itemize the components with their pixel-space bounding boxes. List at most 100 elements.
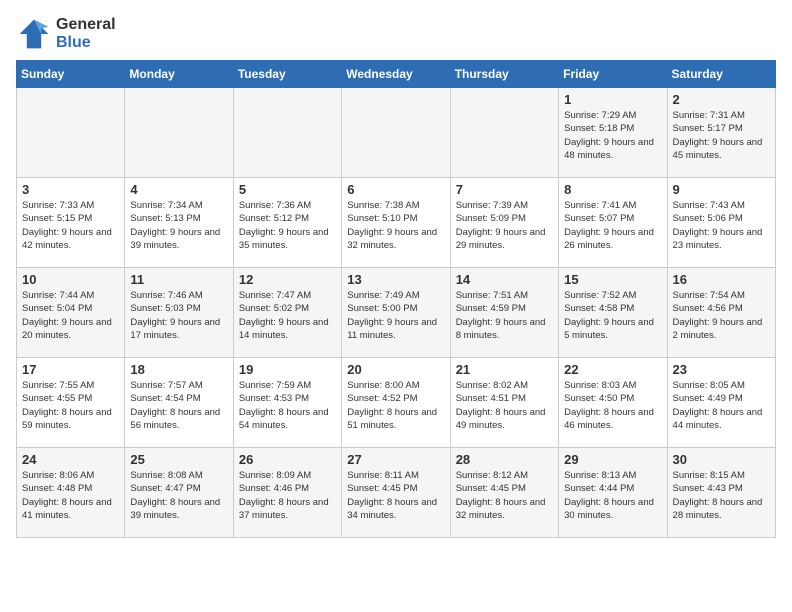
day-number: 8 — [564, 182, 661, 197]
page-header: General Blue — [16, 16, 776, 52]
calendar-cell — [17, 88, 125, 178]
day-number: 11 — [130, 272, 227, 287]
day-info: Sunrise: 8:03 AM Sunset: 4:50 PM Dayligh… — [564, 379, 661, 432]
calendar-cell — [450, 88, 558, 178]
day-info: Sunrise: 7:44 AM Sunset: 5:04 PM Dayligh… — [22, 289, 119, 342]
logo-icon — [16, 16, 52, 52]
calendar-table: SundayMondayTuesdayWednesdayThursdayFrid… — [16, 60, 776, 538]
calendar-cell: 29 Sunrise: 8:13 AM Sunset: 4:44 PM Dayli… — [559, 448, 667, 538]
day-info: Sunrise: 8:12 AM Sunset: 4:45 PM Dayligh… — [456, 469, 553, 522]
weekday-header: Friday — [559, 61, 667, 88]
calendar-cell: 15 Sunrise: 7:52 AM Sunset: 4:58 PM Dayli… — [559, 268, 667, 358]
calendar-cell: 17 Sunrise: 7:55 AM Sunset: 4:55 PM Dayli… — [17, 358, 125, 448]
day-number: 3 — [22, 182, 119, 197]
weekday-header: Sunday — [17, 61, 125, 88]
calendar-cell: 20 Sunrise: 8:00 AM Sunset: 4:52 PM Dayli… — [342, 358, 450, 448]
day-number: 5 — [239, 182, 336, 197]
calendar-week-row: 10 Sunrise: 7:44 AM Sunset: 5:04 PM Dayli… — [17, 268, 776, 358]
day-info: Sunrise: 7:33 AM Sunset: 5:15 PM Dayligh… — [22, 199, 119, 252]
calendar-week-row: 17 Sunrise: 7:55 AM Sunset: 4:55 PM Dayli… — [17, 358, 776, 448]
calendar-cell: 30 Sunrise: 8:15 AM Sunset: 4:43 PM Dayli… — [667, 448, 775, 538]
day-info: Sunrise: 7:51 AM Sunset: 4:59 PM Dayligh… — [456, 289, 553, 342]
day-info: Sunrise: 8:00 AM Sunset: 4:52 PM Dayligh… — [347, 379, 444, 432]
day-info: Sunrise: 7:36 AM Sunset: 5:12 PM Dayligh… — [239, 199, 336, 252]
calendar-cell: 11 Sunrise: 7:46 AM Sunset: 5:03 PM Dayli… — [125, 268, 233, 358]
logo-text: General Blue — [56, 16, 116, 52]
day-info: Sunrise: 7:34 AM Sunset: 5:13 PM Dayligh… — [130, 199, 227, 252]
weekday-header: Thursday — [450, 61, 558, 88]
day-info: Sunrise: 8:13 AM Sunset: 4:44 PM Dayligh… — [564, 469, 661, 522]
day-number: 15 — [564, 272, 661, 287]
day-info: Sunrise: 7:52 AM Sunset: 4:58 PM Dayligh… — [564, 289, 661, 342]
day-number: 19 — [239, 362, 336, 377]
day-number: 2 — [673, 92, 770, 107]
day-number: 22 — [564, 362, 661, 377]
calendar-cell: 1 Sunrise: 7:29 AM Sunset: 5:18 PM Daylig… — [559, 88, 667, 178]
day-info: Sunrise: 7:41 AM Sunset: 5:07 PM Dayligh… — [564, 199, 661, 252]
day-number: 29 — [564, 452, 661, 467]
calendar-cell: 8 Sunrise: 7:41 AM Sunset: 5:07 PM Daylig… — [559, 178, 667, 268]
day-info: Sunrise: 8:06 AM Sunset: 4:48 PM Dayligh… — [22, 469, 119, 522]
day-info: Sunrise: 8:15 AM Sunset: 4:43 PM Dayligh… — [673, 469, 770, 522]
day-info: Sunrise: 7:59 AM Sunset: 4:53 PM Dayligh… — [239, 379, 336, 432]
calendar-week-row: 3 Sunrise: 7:33 AM Sunset: 5:15 PM Daylig… — [17, 178, 776, 268]
day-info: Sunrise: 8:09 AM Sunset: 4:46 PM Dayligh… — [239, 469, 336, 522]
calendar-cell: 5 Sunrise: 7:36 AM Sunset: 5:12 PM Daylig… — [233, 178, 341, 268]
calendar-cell: 13Sunrise: 7:49 AM Sunset: 5:00 PM Dayli… — [342, 268, 450, 358]
day-number: 26 — [239, 452, 336, 467]
day-info: Sunrise: 8:08 AM Sunset: 4:47 PM Dayligh… — [130, 469, 227, 522]
weekday-header: Tuesday — [233, 61, 341, 88]
calendar-cell: 27 Sunrise: 8:11 AM Sunset: 4:45 PM Dayli… — [342, 448, 450, 538]
calendar-cell: 28 Sunrise: 8:12 AM Sunset: 4:45 PM Dayli… — [450, 448, 558, 538]
day-number: 21 — [456, 362, 553, 377]
day-info: Sunrise: 7:46 AM Sunset: 5:03 PM Dayligh… — [130, 289, 227, 342]
calendar-cell: 6Sunrise: 7:38 AM Sunset: 5:10 PM Daylig… — [342, 178, 450, 268]
day-number: 7 — [456, 182, 553, 197]
day-info: Sunrise: 7:49 AM Sunset: 5:00 PM Dayligh… — [347, 289, 444, 342]
day-number: 10 — [22, 272, 119, 287]
calendar-cell: 25Sunrise: 8:08 AM Sunset: 4:47 PM Dayli… — [125, 448, 233, 538]
calendar-cell: 9 Sunrise: 7:43 AM Sunset: 5:06 PM Daylig… — [667, 178, 775, 268]
day-number: 30 — [673, 452, 770, 467]
weekday-header: Monday — [125, 61, 233, 88]
day-number: 9 — [673, 182, 770, 197]
day-info: Sunrise: 7:54 AM Sunset: 4:56 PM Dayligh… — [673, 289, 770, 342]
calendar-cell: 12 Sunrise: 7:47 AM Sunset: 5:02 PM Dayli… — [233, 268, 341, 358]
day-info: Sunrise: 7:39 AM Sunset: 5:09 PM Dayligh… — [456, 199, 553, 252]
calendar-cell: 16Sunrise: 7:54 AM Sunset: 4:56 PM Dayli… — [667, 268, 775, 358]
day-number: 23 — [673, 362, 770, 377]
day-info: Sunrise: 7:47 AM Sunset: 5:02 PM Dayligh… — [239, 289, 336, 342]
day-info: Sunrise: 8:02 AM Sunset: 4:51 PM Dayligh… — [456, 379, 553, 432]
calendar-week-row: 24 Sunrise: 8:06 AM Sunset: 4:48 PM Dayli… — [17, 448, 776, 538]
day-number: 1 — [564, 92, 661, 107]
calendar-cell: 14 Sunrise: 7:51 AM Sunset: 4:59 PM Dayli… — [450, 268, 558, 358]
day-info: Sunrise: 8:05 AM Sunset: 4:49 PM Dayligh… — [673, 379, 770, 432]
calendar-cell: 3 Sunrise: 7:33 AM Sunset: 5:15 PM Daylig… — [17, 178, 125, 268]
day-number: 24 — [22, 452, 119, 467]
day-number: 12 — [239, 272, 336, 287]
calendar-cell — [125, 88, 233, 178]
day-info: Sunrise: 7:31 AM Sunset: 5:17 PM Dayligh… — [673, 109, 770, 162]
weekday-header: Saturday — [667, 61, 775, 88]
calendar-cell: 21 Sunrise: 8:02 AM Sunset: 4:51 PM Dayli… — [450, 358, 558, 448]
calendar-week-row: 1 Sunrise: 7:29 AM Sunset: 5:18 PM Daylig… — [17, 88, 776, 178]
day-number: 20 — [347, 362, 444, 377]
logo: General Blue — [16, 16, 116, 52]
calendar-cell — [233, 88, 341, 178]
calendar-header-row: SundayMondayTuesdayWednesdayThursdayFrid… — [17, 61, 776, 88]
day-number: 27 — [347, 452, 444, 467]
day-number: 18 — [130, 362, 227, 377]
calendar-cell: 19 Sunrise: 7:59 AM Sunset: 4:53 PM Dayli… — [233, 358, 341, 448]
calendar-cell: 22 Sunrise: 8:03 AM Sunset: 4:50 PM Dayli… — [559, 358, 667, 448]
day-info: Sunrise: 7:43 AM Sunset: 5:06 PM Dayligh… — [673, 199, 770, 252]
day-number: 14 — [456, 272, 553, 287]
day-info: Sunrise: 7:29 AM Sunset: 5:18 PM Dayligh… — [564, 109, 661, 162]
calendar-cell — [342, 88, 450, 178]
day-info: Sunrise: 7:55 AM Sunset: 4:55 PM Dayligh… — [22, 379, 119, 432]
day-number: 17 — [22, 362, 119, 377]
calendar-cell: 24 Sunrise: 8:06 AM Sunset: 4:48 PM Dayli… — [17, 448, 125, 538]
calendar-cell: 2 Sunrise: 7:31 AM Sunset: 5:17 PM Daylig… — [667, 88, 775, 178]
day-number: 28 — [456, 452, 553, 467]
day-info: Sunrise: 8:11 AM Sunset: 4:45 PM Dayligh… — [347, 469, 444, 522]
calendar-cell: 26 Sunrise: 8:09 AM Sunset: 4:46 PM Dayli… — [233, 448, 341, 538]
